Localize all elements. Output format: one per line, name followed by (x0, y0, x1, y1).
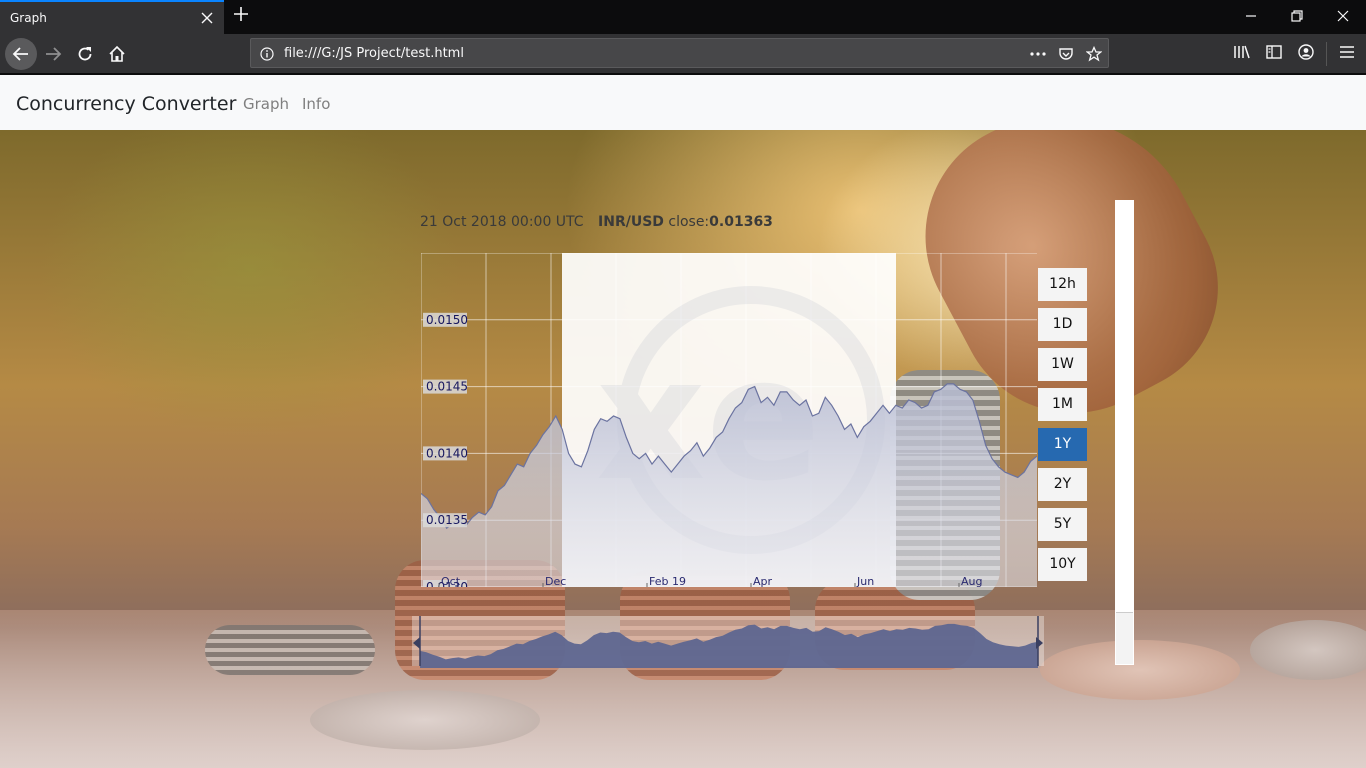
minimize-icon[interactable] (1228, 0, 1274, 32)
y-tick-label: 0.0145 (423, 379, 468, 394)
reload-icon[interactable] (70, 39, 100, 69)
svg-text:0.0150: 0.0150 (426, 313, 468, 327)
bookmark-star-icon[interactable] (1085, 45, 1103, 63)
x-tick-label: Aug (958, 575, 982, 587)
home-icon[interactable] (102, 39, 132, 69)
x-tick-label: Feb 19 (646, 575, 686, 587)
back-icon[interactable] (5, 38, 37, 70)
svg-text:Apr: Apr (753, 575, 773, 587)
tab-title: Graph (10, 11, 47, 25)
address-bar[interactable]: file:///G:/JS Project/test.html (250, 38, 1109, 68)
chart-pair: INR/USD (598, 214, 664, 230)
account-icon[interactable] (1296, 42, 1316, 62)
close-window-icon[interactable] (1320, 0, 1366, 32)
svg-text:Dec: Dec (545, 575, 566, 587)
svg-text:Jun: Jun (856, 575, 874, 587)
range-button-12h[interactable]: 12h (1038, 268, 1087, 301)
x-tick-label: Oct (438, 575, 461, 587)
nav-link-info[interactable]: Info (302, 95, 330, 113)
pocket-icon[interactable] (1057, 45, 1075, 63)
svg-text:Feb 19: Feb 19 (649, 575, 686, 587)
range-button-2y[interactable]: 2Y (1038, 468, 1087, 501)
range-button-1m[interactable]: 1M (1038, 388, 1087, 421)
x-tick-label: Apr (750, 575, 773, 587)
x-tick-label: Dec (542, 575, 566, 587)
range-button-5y[interactable]: 5Y (1038, 508, 1087, 541)
range-button-1d[interactable]: 1D (1038, 308, 1087, 341)
chart-navigator[interactable] (412, 612, 1044, 668)
svg-text:Aug: Aug (961, 575, 982, 587)
browser-tab[interactable]: Graph (0, 0, 224, 34)
svg-text:Oct: Oct (441, 575, 461, 587)
restore-icon[interactable] (1274, 0, 1320, 32)
tab-close-icon[interactable] (199, 11, 215, 27)
svg-text:0.0140: 0.0140 (426, 446, 468, 460)
svg-text:0.0145: 0.0145 (426, 380, 468, 394)
coin (1040, 640, 1240, 700)
chart-close-label: close: (668, 214, 710, 230)
nav-link-graph[interactable]: Graph (243, 95, 289, 113)
page-actions-icon[interactable] (1029, 45, 1047, 63)
new-tab-icon[interactable] (230, 5, 252, 27)
scrollbar-thumb[interactable] (1116, 612, 1133, 664)
range-button-1w[interactable]: 1W (1038, 348, 1087, 381)
chart-date: 21 Oct 2018 00:00 UTC (420, 214, 584, 230)
page-scrollbar[interactable] (1115, 200, 1134, 665)
library-icon[interactable] (1232, 42, 1252, 62)
y-tick-label: 0.0135 (423, 513, 468, 528)
x-tick-label: Jun (854, 575, 874, 587)
browser-toolbar: file:///G:/JS Project/test.html (0, 34, 1366, 74)
y-tick-label: 0.0150 (423, 312, 468, 327)
y-tick-label: 0.0140 (423, 446, 468, 461)
svg-text:0.0135: 0.0135 (426, 513, 468, 527)
sidebar-icon[interactable] (1264, 42, 1284, 62)
toolbar-separator (1326, 42, 1327, 66)
brand-link[interactable]: Concurrency Converter (16, 93, 236, 115)
coin (310, 690, 540, 750)
exchange-rate-chart[interactable]: xe 0.01500.01450.01400.01350.0130 Oct Dec… (421, 253, 1037, 587)
range-button-1y[interactable]: 1Y (1038, 428, 1087, 461)
site-navbar: Concurrency Converter Graph Info (0, 75, 1366, 130)
coin-stack (205, 625, 375, 675)
url-text[interactable]: file:///G:/JS Project/test.html (284, 46, 464, 61)
info-icon[interactable] (258, 45, 276, 63)
range-button-10y[interactable]: 10Y (1038, 548, 1087, 581)
chart-close-value: 0.01363 (709, 214, 773, 230)
chart-header: 21 Oct 2018 00:00 UTC INR/USD close:0.01… (420, 214, 773, 230)
forward-icon[interactable] (38, 39, 68, 69)
menu-icon[interactable] (1337, 42, 1357, 62)
tab-bar: Graph (0, 0, 1366, 34)
